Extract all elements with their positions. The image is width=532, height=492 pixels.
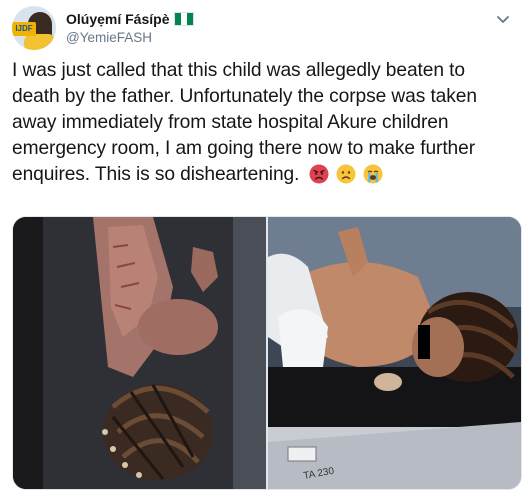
user-handle[interactable]: @YemieFASH bbox=[66, 30, 152, 45]
tweet-body: I was just called that this child was al… bbox=[12, 60, 477, 185]
emoji-group bbox=[309, 164, 385, 192]
photo-right-image: TA 230 bbox=[268, 217, 521, 489]
tweet-text: I was just called that this child was al… bbox=[12, 58, 517, 192]
name-row: Olúyẹmí Fásípè bbox=[66, 10, 195, 28]
nigeria-flag-icon bbox=[174, 12, 195, 26]
avatar[interactable]: IJDF bbox=[12, 6, 56, 50]
photo-left[interactable] bbox=[13, 217, 266, 489]
avatar-badge: IJDF bbox=[12, 22, 36, 36]
tweet-card: IJDF Olúyẹmí Fásípè @YemieFASH I was jus… bbox=[0, 0, 532, 492]
loudly-crying-face-icon bbox=[363, 164, 383, 184]
angry-face-icon bbox=[309, 164, 329, 184]
tweet-media: TA 230 bbox=[12, 216, 522, 490]
display-name[interactable]: Olúyẹmí Fásípè bbox=[66, 11, 169, 27]
photo-right[interactable]: TA 230 bbox=[268, 217, 521, 489]
chevron-down-icon[interactable] bbox=[494, 10, 512, 28]
photo-left-image bbox=[13, 217, 266, 489]
frowning-face-icon bbox=[336, 164, 356, 184]
tweet-header: IJDF Olúyẹmí Fásípè @YemieFASH bbox=[12, 6, 512, 50]
